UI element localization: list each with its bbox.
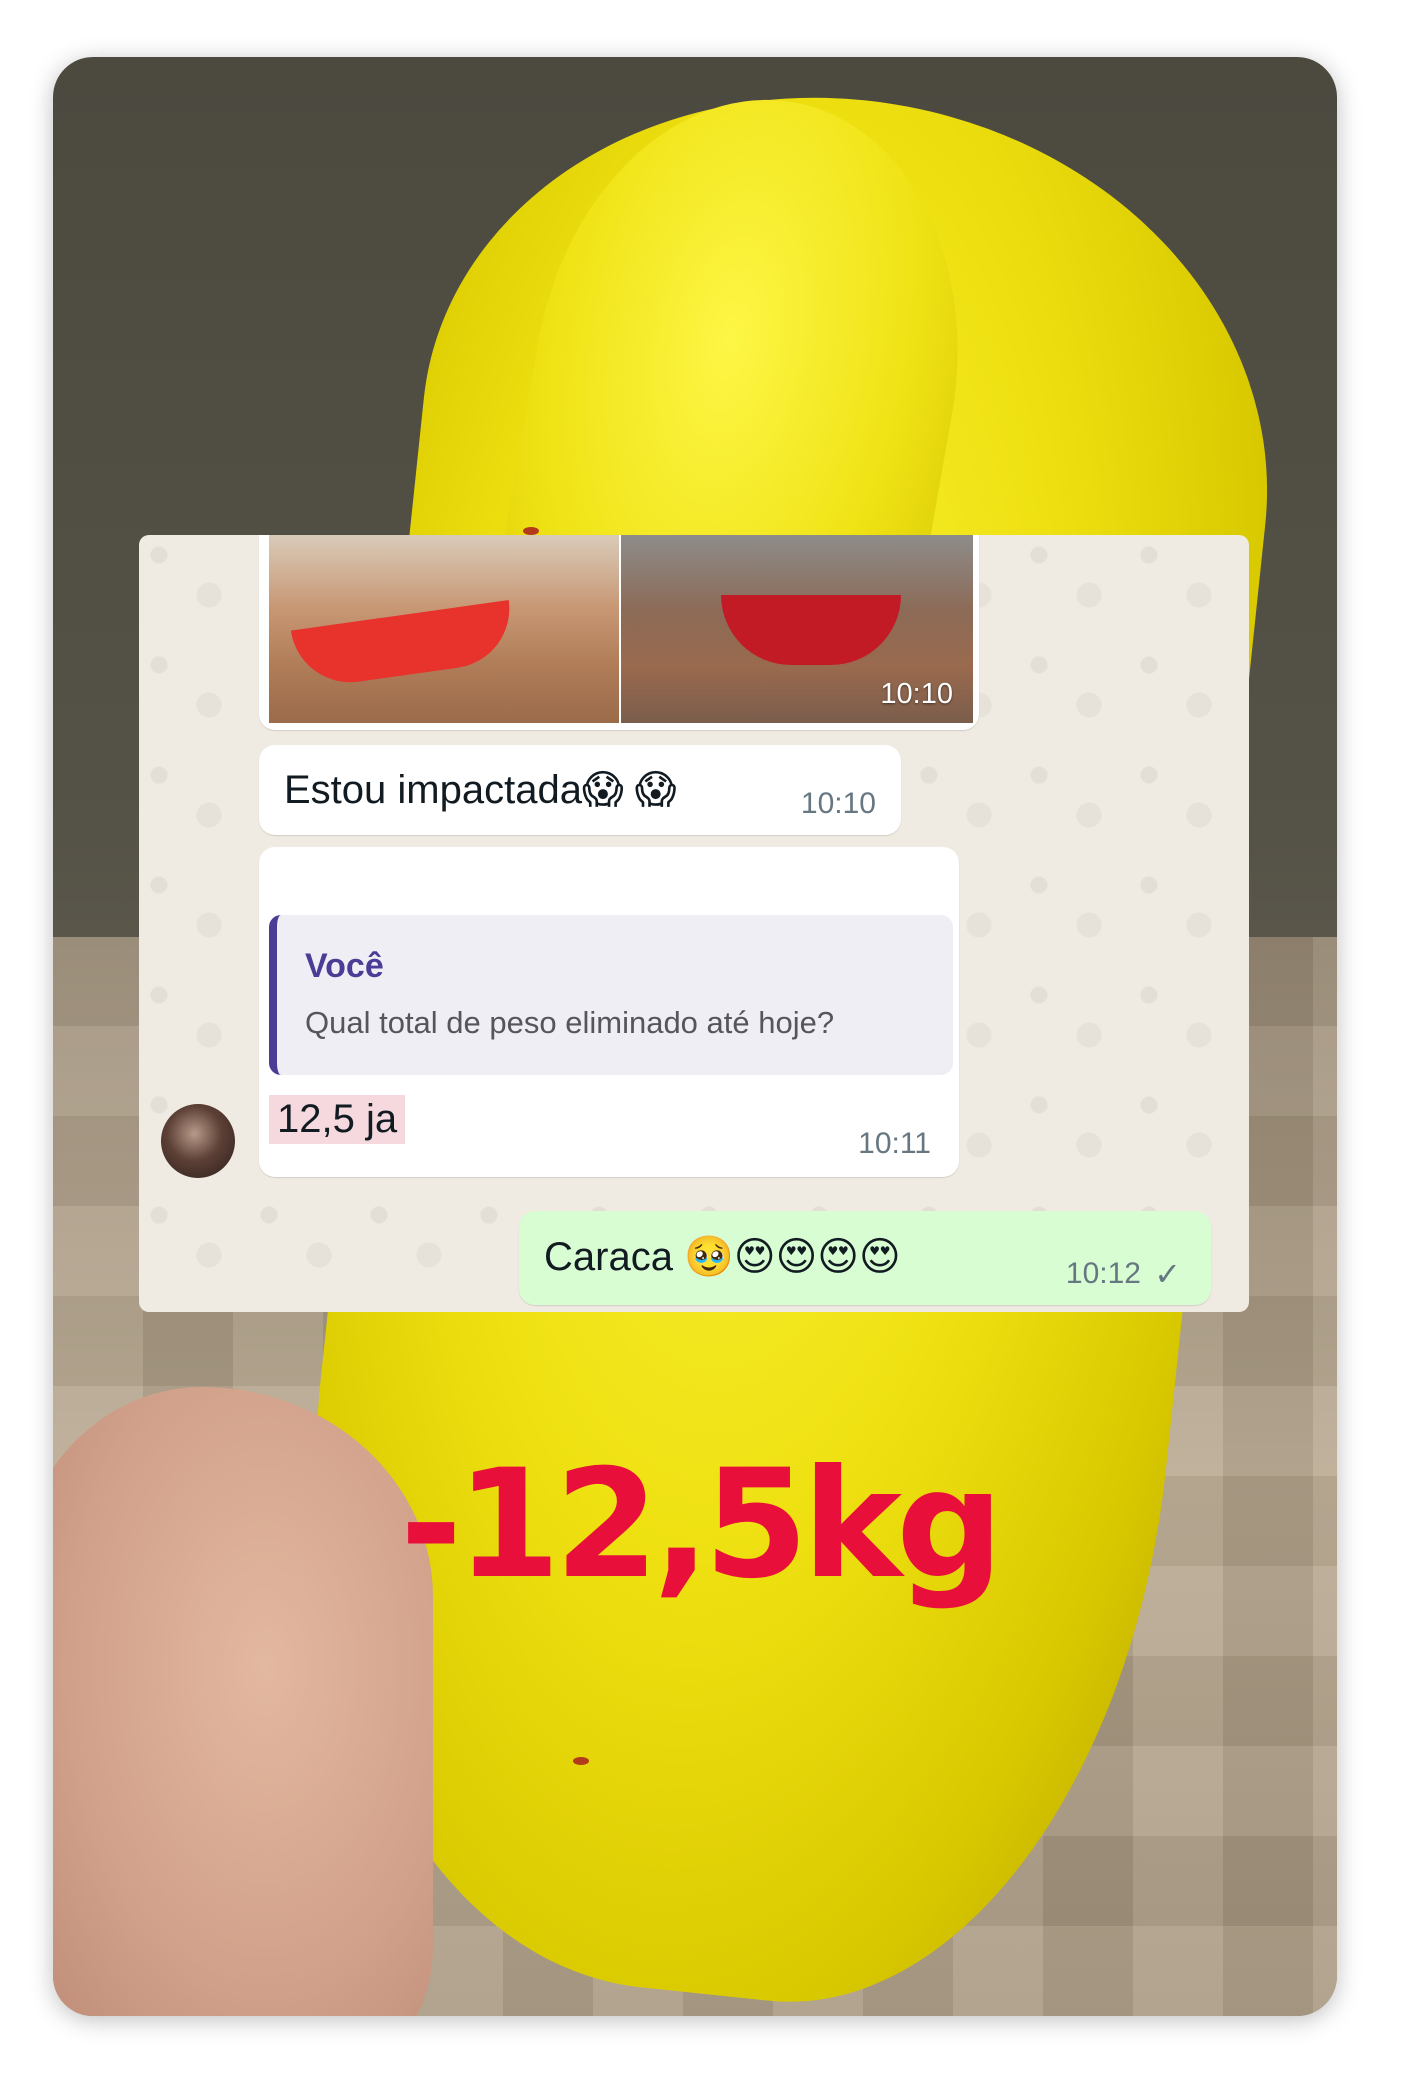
papaya-spot	[573, 1757, 589, 1765]
outgoing-timestamp: 10:12	[1065, 1257, 1141, 1290]
outgoing-text: Caraca 🥹😍😍😍😍	[544, 1235, 901, 1279]
papaya-spot	[523, 527, 539, 535]
quoted-message[interactable]: Você Qual total de peso eliminado até ho…	[269, 915, 953, 1075]
before-photo[interactable]	[269, 535, 619, 723]
photo-timestamp: 10:10	[880, 678, 953, 710]
incoming-message[interactable]: Estou impactada😱 😱 10:10	[259, 745, 901, 835]
avatar[interactable]	[161, 1104, 235, 1178]
after-photo[interactable]: 10:10	[621, 535, 973, 723]
bikini-shape	[721, 595, 901, 665]
bikini-shape	[290, 599, 518, 691]
quote-author: Você	[305, 947, 384, 985]
reply-message[interactable]: Você Qual total de peso eliminado até ho…	[259, 847, 959, 1177]
message-text: Estou impactada😱 😱	[284, 768, 677, 812]
weight-loss-label: -12,5kg	[400, 1438, 1003, 1612]
hand	[53, 1387, 433, 2016]
reply-timestamp: 10:11	[858, 1127, 931, 1160]
check-icon: ✓	[1154, 1256, 1181, 1292]
chat-screenshot: 10:10 Estou impactada😱 😱 10:10 Você Qual…	[139, 535, 1249, 1312]
photo-message[interactable]: 10:10	[259, 535, 979, 730]
outgoing-message[interactable]: Caraca 🥹😍😍😍😍 10:12 ✓	[519, 1211, 1211, 1305]
message-timestamp: 10:10	[800, 787, 876, 820]
reply-text: 12,5 ja	[269, 1095, 406, 1144]
quote-text: Qual total de peso eliminado até hoje?	[305, 1005, 835, 1040]
